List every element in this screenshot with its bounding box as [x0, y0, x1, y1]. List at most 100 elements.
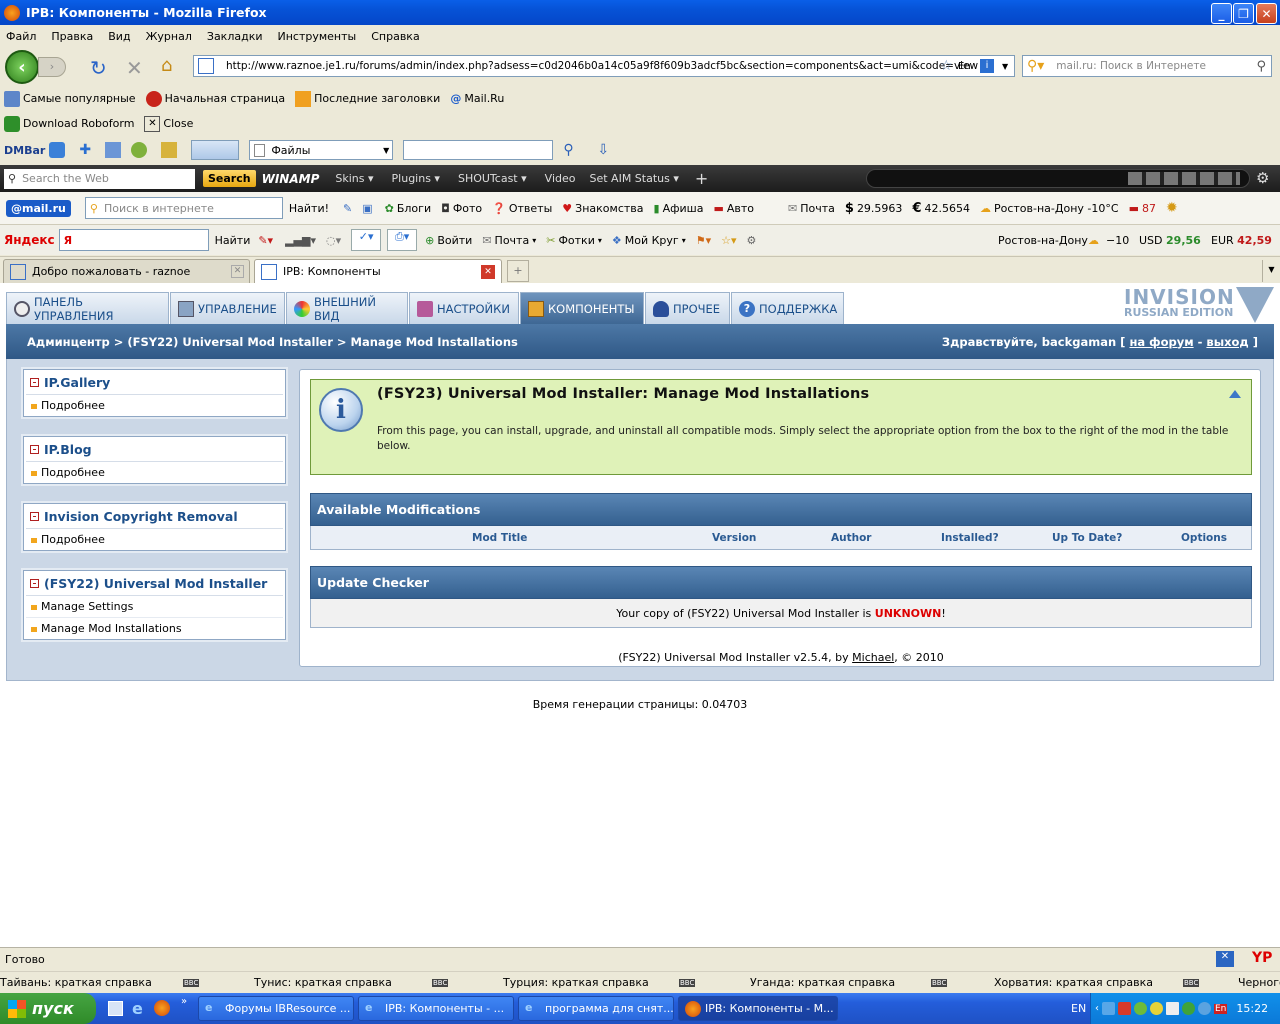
yandex-city[interactable]: Ростов-на-Дону [998, 234, 1088, 247]
download-roboform-button[interactable]: Download Roboform [4, 115, 134, 132]
mailru-eur[interactable]: €42.5654 [912, 201, 970, 216]
acp-tab-components[interactable]: КОМПОНЕНТЫ [520, 292, 644, 324]
author-link[interactable]: Michael [852, 651, 894, 664]
menu-file[interactable]: Файл [6, 30, 36, 43]
winamp-search-button[interactable]: Search [203, 170, 256, 187]
mailru-afisha[interactable]: ▮ Афиша [654, 202, 704, 215]
marker-icon[interactable]: ✎▾ [258, 234, 273, 247]
yandex-login[interactable]: ⊕ Войти [425, 234, 472, 247]
winamp-controls[interactable] [1128, 172, 1240, 185]
mailru-weather[interactable]: ☁ Ростов-на-Дону -10°C [980, 202, 1119, 215]
star-icon[interactable]: ☆▾ [721, 234, 736, 247]
quicklaunch-chevron-icon[interactable]: » [181, 996, 187, 1007]
menu-tools[interactable]: Инструменты [278, 30, 357, 43]
winamp-logo[interactable]: WINAMP [262, 172, 320, 186]
winamp-shoutcast[interactable]: SHOUTcast ▾ [458, 172, 527, 185]
acp-tab-appearance[interactable]: ВНЕШНИЙ ВИД [286, 292, 408, 324]
gear-icon[interactable]: ⚙ [1256, 169, 1269, 187]
menu-edit[interactable]: Правка [51, 30, 93, 43]
yp-badge[interactable]: YP [1252, 950, 1272, 966]
logout-link[interactable]: выход [1206, 335, 1248, 349]
kaspersky-icon[interactable] [1118, 1002, 1131, 1015]
mailru-car-count[interactable]: ▬ 87 [1129, 202, 1156, 215]
sidebar-item-copyright-details[interactable]: Подробнее [26, 529, 283, 550]
taskbar-task-active[interactable]: IPB: Компоненты - M... [678, 996, 838, 1021]
menu-view[interactable]: Вид [108, 30, 130, 43]
sidebar-item-gallery-details[interactable]: Подробнее [26, 395, 283, 416]
tab-components[interactable]: IPB: Компоненты ✕ [254, 259, 502, 283]
search-magnifier-icon[interactable]: ⚲ [1256, 59, 1266, 74]
puzzle-icon[interactable] [1198, 1002, 1211, 1015]
acp-tab-dashboard[interactable]: ПАНЕЛЬ УПРАВЛЕНИЯ [6, 292, 169, 324]
back-button[interactable]: ‹ [5, 50, 39, 84]
bubble-icon[interactable]: ◌▾ [326, 234, 341, 247]
news-item[interactable]: Черного [1238, 976, 1280, 989]
tab-list-button[interactable]: ▼ [1262, 260, 1280, 282]
windows-icon[interactable] [105, 142, 122, 158]
pencil-icon[interactable]: ✎ [343, 202, 352, 215]
bookmark-star-icon[interactable]: ☆ [940, 58, 953, 74]
close-roboform-button[interactable]: ✕ Close [144, 115, 193, 132]
lang-tray-icon[interactable]: En [1214, 1003, 1228, 1014]
winamp-skins[interactable]: Skins ▾ [335, 172, 373, 185]
collapse-icon[interactable] [1229, 390, 1241, 398]
taskbar-task[interactable]: e Форумы IBResource ... [198, 996, 354, 1021]
page-icon[interactable]: ▣ [362, 202, 372, 215]
breadcrumb[interactable]: Админцентр > (FSY22) Universal Mod Insta… [27, 335, 518, 349]
sidebar-item-blog-details[interactable]: Подробнее [26, 462, 283, 483]
reload-icon[interactable]: ↻ [90, 56, 107, 80]
dmbar-select[interactable]: Файлы ▼ [249, 140, 394, 160]
download-icon[interactable]: ⇩ [597, 142, 613, 158]
close-button[interactable]: ✕ [1256, 3, 1277, 24]
tab-close-icon[interactable]: ✕ [231, 265, 244, 278]
monitor-icon[interactable] [1166, 1002, 1179, 1015]
minimize-button[interactable]: _ [1211, 3, 1232, 24]
bookmark-latest-headlines[interactable]: Последние заголовки [295, 90, 440, 107]
search-icon[interactable]: ⚲ [563, 142, 579, 158]
bookmark-start-page[interactable]: Начальная страница [145, 90, 285, 107]
tab-close-icon[interactable]: ✕ [481, 264, 495, 279]
tab-welcome[interactable]: Добро пожаловать - raznoe ✕ [3, 259, 250, 283]
search-field[interactable]: ⚲▾ mail.ru: Поиск в Интернете ⚲ [1022, 55, 1272, 77]
new-tab-button[interactable]: + [507, 260, 529, 282]
url-field[interactable]: http://www.raznoe.je1.ru/forums/admin/in… [193, 55, 1015, 77]
addon-icon[interactable]: ✕ [1216, 951, 1234, 967]
info-icon[interactable]: i [980, 59, 994, 73]
tools-icon[interactable] [161, 142, 178, 158]
mailru-blogs[interactable]: ✿ Блоги [385, 202, 431, 215]
mailru-dating[interactable]: ♥ Знакомства [562, 202, 643, 215]
menu-bookmarks[interactable]: Закладки [207, 30, 263, 43]
yandex-photos[interactable]: ✂ Фотки ▾ [546, 234, 602, 247]
yandex-moikrug[interactable]: ❖ Мой Круг ▾ [612, 234, 686, 247]
acp-tab-support[interactable]: ? ПОДДЕРЖКА [731, 292, 844, 324]
mailru-find-button[interactable]: Найти! [289, 202, 329, 215]
language-indicator[interactable]: EN [1071, 1002, 1086, 1015]
forward-button[interactable]: › [38, 57, 66, 77]
news-item[interactable]: Турция: краткая справка [503, 976, 649, 989]
acp-tab-other[interactable]: ПРОЧЕЕ [645, 292, 730, 324]
news-item[interactable]: Хорватия: краткая справка [994, 976, 1153, 989]
winamp-plugins[interactable]: Plugins ▾ [392, 172, 440, 185]
clock[interactable]: 15:22 [1236, 1002, 1268, 1015]
menu-history[interactable]: Журнал [146, 30, 192, 43]
yandex-usd[interactable]: USD 29,56 [1139, 234, 1201, 247]
maximize-button[interactable]: ❐ [1233, 3, 1254, 24]
yandex-mail[interactable]: ✉ Почта ▾ [482, 234, 536, 247]
news-item[interactable]: Тайвань: краткая справка [0, 976, 152, 989]
acp-tab-management[interactable]: УПРАВЛЕНИЕ [170, 292, 285, 324]
yandex-find-button[interactable]: Найти [215, 234, 251, 247]
yandex-eur[interactable]: EUR 42,59 [1211, 234, 1272, 247]
show-desktop-icon[interactable] [108, 1001, 123, 1016]
dmbar-input[interactable] [403, 140, 554, 160]
menu-help[interactable]: Справка [371, 30, 419, 43]
search-engine-icon[interactable]: ⚲▾ [1027, 58, 1044, 74]
winamp-aim-status[interactable]: Set AIM Status ▾ [589, 172, 678, 185]
gear-icon[interactable]: ⚙ [746, 234, 756, 247]
bookmarks-icon[interactable]: ⚑▾ [696, 234, 711, 247]
sidebar-item-manage-settings[interactable]: Manage Settings [26, 596, 283, 618]
yandex-tray-icon[interactable] [1150, 1002, 1163, 1015]
url-dropdown-icon[interactable]: ▼ [1002, 62, 1008, 71]
firefox-quicklaunch-icon[interactable] [154, 1000, 170, 1016]
taskbar-task[interactable]: e IPB: Компоненты - ... [358, 996, 514, 1021]
start-button[interactable]: пуск [0, 993, 96, 1024]
